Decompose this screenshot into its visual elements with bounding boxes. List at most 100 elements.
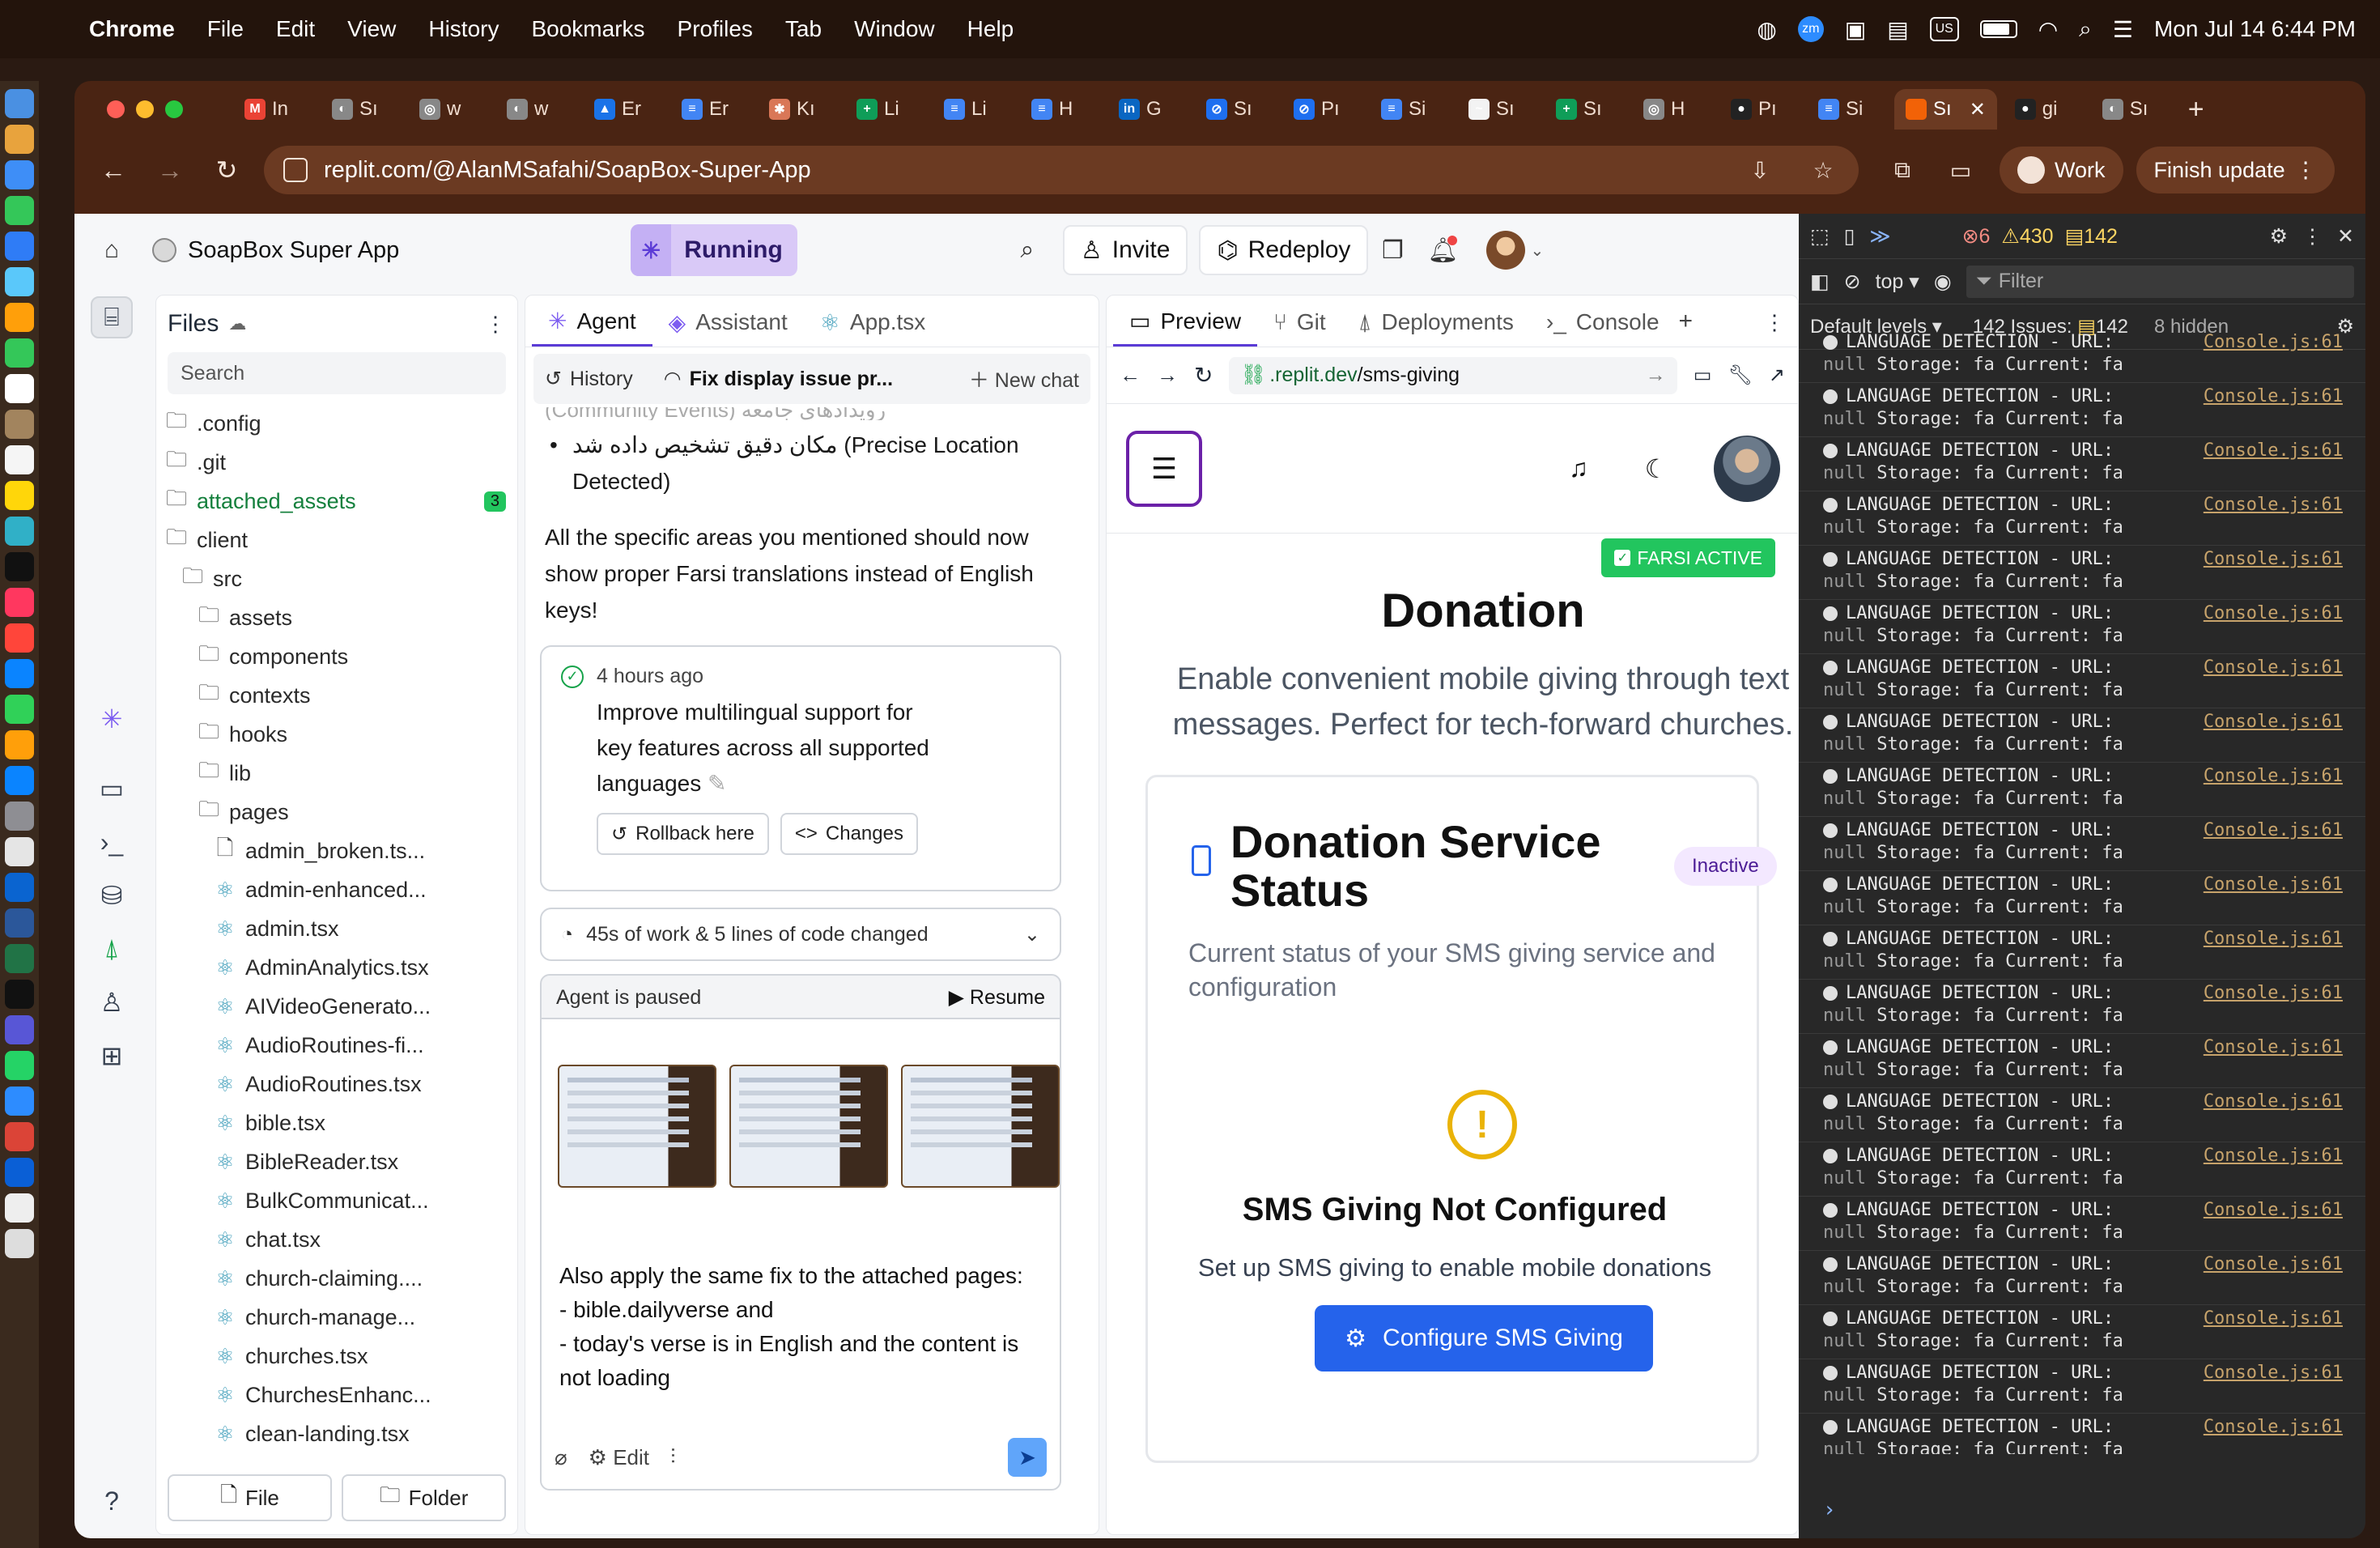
textedit-icon[interactable] [5,837,34,866]
go-arrow-icon[interactable]: → [1646,364,1666,387]
folder-item[interactable]: 🗀︎ client [163,521,517,559]
pane-menu-icon[interactable]: ⋮ [1764,310,1785,335]
menu-history[interactable]: History [428,16,499,42]
all-tools-icon[interactable]: ⊞ [91,1035,133,1077]
console-log-entry[interactable]: LANGUAGE DETECTION - URL: null Storage: f… [1799,1088,2365,1142]
history-icon[interactable]: ↺ [545,367,562,391]
composer-text[interactable]: Also apply the same fix to the attached … [559,1259,1053,1395]
message-count[interactable]: ▤142 [2065,224,2118,249]
console-log-entry[interactable]: LANGUAGE DETECTION - URL: null Storage: f… [1799,600,2365,654]
log-source-link[interactable]: Console.js:61 [2204,712,2343,733]
console-log-entry[interactable]: LANGUAGE DETECTION - URL: null Storage: f… [1799,817,2365,871]
numbers-icon[interactable] [5,695,34,724]
browser-tab[interactable]: ~ Sı [1457,89,1538,130]
preview-url-input[interactable]: ⛓ .replit.dev /sms-giving → [1229,356,1677,394]
console-log-entry[interactable]: LANGUAGE DETECTION - URL: null Storage: f… [1799,1414,2365,1454]
log-source-link[interactable]: Console.js:61 [2204,929,2343,950]
menu-window[interactable]: Window [854,16,935,42]
log-source-link[interactable]: Console.js:61 [2204,1091,2343,1112]
attach-paperclip-icon[interactable]: ⌀ [555,1445,567,1470]
word-icon[interactable] [5,908,34,938]
settings-sliders-icon[interactable]: ⫶ [670,1444,676,1470]
sidebar-toggle-icon[interactable]: ◧ [1810,270,1830,294]
contacts-icon[interactable] [5,410,34,439]
facetime-icon[interactable] [5,338,34,368]
log-source-link[interactable]: Console.js:61 [2204,1037,2343,1058]
reload-icon[interactable]: ↻ [207,151,246,189]
file-item[interactable]: ⚛ ChurchesEnhanc... [163,1376,517,1414]
log-source-link[interactable]: Console.js:61 [2204,440,2343,461]
warning-count[interactable]: ⚠430 [2001,224,2053,249]
tab-app-tsx[interactable]: ⚛ App.tsx [804,298,942,347]
mail-icon[interactable] [5,232,34,261]
finder-icon[interactable] [5,89,34,118]
extensions-icon[interactable]: ⧉ [1883,151,1922,189]
kebab-menu-icon[interactable]: ⋮ [2295,158,2317,183]
chat-composer[interactable]: Also apply the same fix to the attached … [540,1018,1061,1491]
safari-icon[interactable] [5,160,34,189]
pages-icon[interactable] [5,730,34,759]
menubar-clock[interactable]: Mon Jul 14 6:44 PM [2154,16,2356,42]
file-item[interactable]: ⚛ churches.tsx [163,1337,517,1376]
browser-tab[interactable]: ⊘ Sı [1195,89,1276,130]
menu-tab[interactable]: Tab [785,16,822,42]
devtools-settings-icon[interactable]: ⚙ [2270,224,2288,249]
battery-icon[interactable] [1979,20,2017,38]
files-search-input[interactable]: Search [168,352,506,394]
browser-tab[interactable]: in G [1107,89,1188,130]
outlook-icon[interactable] [5,873,34,902]
browser-tab[interactable]: ▲ Er [583,89,664,130]
folder-item[interactable]: 🗀︎ hooks [163,715,517,754]
preview-app-icon[interactable] [5,1193,34,1223]
office-icon[interactable]: ▣ [1845,16,1866,43]
control-center-icon[interactable]: ☰ [2113,16,2133,43]
file-item[interactable]: ⚛ AdminAnalytics.tsx [163,948,517,987]
browser-tab[interactable]: ◎ w [408,89,489,130]
copy-window-icon[interactable]: ❐ [1373,231,1412,270]
run-status-button[interactable]: ✳ Running [631,224,797,276]
file-item[interactable]: ⚛ AIVideoGenerato... [163,987,517,1026]
preview-back-icon[interactable]: ← [1120,363,1141,388]
menu-app[interactable]: Chrome [89,16,175,42]
bell-icon[interactable]: ♫ [1558,449,1599,489]
input-source-icon[interactable]: US [1929,17,1959,41]
notifications-bell-icon[interactable]: 🔔︎ [1423,231,1462,270]
keynote-icon[interactable] [5,659,34,688]
attachment-thumbnail[interactable] [558,1065,716,1188]
side-panel-icon[interactable]: ▭ [1941,151,1980,189]
error-count[interactable]: ⊗6 [1962,224,1991,249]
shell-tool-icon[interactable]: ›_ [91,821,133,863]
clear-console-icon[interactable]: ⊘ [1844,270,1861,294]
help-icon[interactable]: ? [91,1480,133,1522]
minimize-window-button[interactable] [136,100,154,118]
address-bar[interactable]: replit.com/@AlanMSafahi/SoapBox-Super-Ap… [264,146,1859,194]
browser-tab[interactable]: ◐ Sı [321,89,402,130]
devtools-menu-icon[interactable]: ⋮ [2302,224,2323,249]
spotlight-icon[interactable]: ⌕ [2079,16,2092,43]
tv-icon[interactable] [5,552,34,581]
preview-tool-icon[interactable]: ▭ [91,768,133,810]
close-window-button[interactable] [107,100,125,118]
moon-icon[interactable]: ☾ [1636,449,1677,489]
tab-git[interactable]: ⑂ Git [1257,298,1342,347]
news-icon[interactable] [5,623,34,653]
browser-tab[interactable]: + Li [845,89,926,130]
menu-edit[interactable]: Edit [276,16,315,42]
log-source-link[interactable]: Console.js:61 [2204,874,2343,895]
folder-item[interactable]: 🗀︎ .config [163,404,517,443]
folder-item[interactable]: 🗀︎ src [163,559,517,598]
tab-deployments[interactable]: ⍋ Deployments [1342,298,1530,347]
teams-icon[interactable]: ▤ [1887,16,1908,43]
menu-view[interactable]: View [347,16,396,42]
device-toolbar-icon[interactable]: ▯ [1844,224,1855,249]
terminal-icon[interactable] [5,980,34,1009]
log-source-link[interactable]: Console.js:61 [2204,1146,2343,1167]
attachment-thumbnail[interactable] [729,1065,888,1188]
log-source-link[interactable]: Console.js:61 [2204,1417,2343,1438]
console-log-entry[interactable]: LANGUAGE DETECTION - URL: null Storage: f… [1799,871,2365,925]
rollback-button[interactable]: ↺ Rollback here [597,813,769,855]
folder-item[interactable]: 🗀︎ lib [163,754,517,793]
file-item[interactable]: ⚛ AudioRoutines.tsx [163,1065,517,1104]
log-source-link[interactable]: Console.js:61 [2204,983,2343,1004]
log-source-link[interactable]: Console.js:61 [2204,1200,2343,1221]
